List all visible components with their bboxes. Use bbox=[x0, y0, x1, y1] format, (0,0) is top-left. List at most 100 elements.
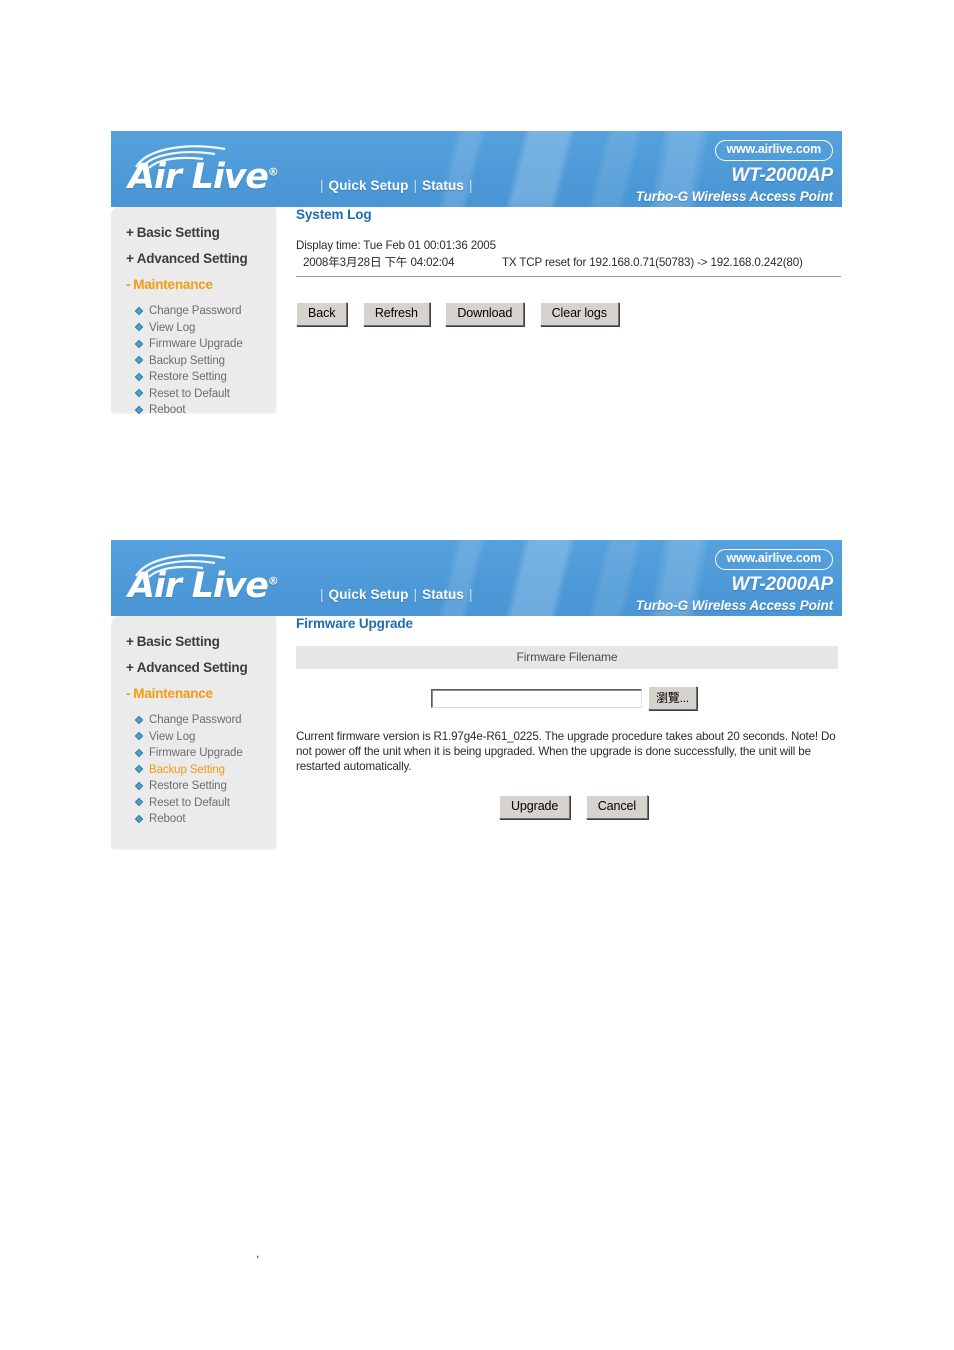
header-nav: | Quick Setup | Status | bbox=[315, 587, 478, 602]
page-title: System Log bbox=[296, 207, 372, 222]
browse-button[interactable]: 瀏覽... bbox=[648, 686, 698, 710]
logo-label: Air Live bbox=[128, 157, 269, 197]
sidebar-item-change-password[interactable]: Change Password bbox=[111, 712, 275, 729]
airlive-logo[interactable]: Air Live® bbox=[128, 552, 318, 610]
sidebar-item-maintenance[interactable]: - Maintenance bbox=[111, 686, 275, 701]
diamond-bullet-icon bbox=[134, 748, 144, 757]
sidebar-item-advanced-setting[interactable]: + Advanced Setting bbox=[111, 251, 275, 266]
nav-quick-setup[interactable]: Quick Setup bbox=[329, 587, 409, 602]
log-message: TX TCP reset for 192.168.0.71(50783) -> … bbox=[502, 256, 803, 269]
diamond-bullet-icon bbox=[134, 306, 144, 315]
collapse-minus-icon: - bbox=[126, 686, 131, 701]
sidebar-label: Backup Setting bbox=[149, 354, 225, 367]
system-log-panel: Air Live® | Quick Setup | Status | www.airli… bbox=[111, 131, 842, 416]
sidebar-label: Reset to Default bbox=[149, 796, 230, 809]
sidebar-navigation: + Basic Setting + Advanced Setting - Mainte… bbox=[111, 207, 275, 416]
sidebar-label: Restore Setting bbox=[149, 371, 227, 383]
sidebar-item-firmware-upgrade[interactable]: Firmware Upgrade bbox=[111, 745, 275, 762]
nav-separator: | bbox=[413, 178, 418, 193]
sidebar-navigation: + Basic Setting + Advanced Setting - Mainte… bbox=[111, 616, 275, 848]
sidebar-label: Restore Setting bbox=[149, 780, 227, 792]
diamond-bullet-icon bbox=[134, 814, 144, 823]
sidebar-label: Basic Setting bbox=[136, 225, 220, 240]
diamond-bullet-icon bbox=[134, 781, 144, 790]
sidebar-item-maintenance[interactable]: - Maintenance bbox=[111, 277, 275, 292]
diamond-bullet-icon bbox=[134, 715, 144, 724]
firmware-note-line-1: Current firmware version is R1.97g4e-R61… bbox=[296, 730, 788, 743]
firmware-button-row: Upgrade Cancel bbox=[296, 795, 842, 819]
diamond-bullet-icon bbox=[134, 405, 144, 414]
logo-wordmark: Air Live® bbox=[128, 569, 279, 604]
model-name: WT-2000AP bbox=[731, 573, 833, 595]
logo-registered-mark: ® bbox=[267, 165, 279, 179]
sidebar-item-reset-to-default[interactable]: Reset to Default bbox=[111, 386, 275, 403]
sidebar-item-change-password[interactable]: Change Password bbox=[111, 303, 275, 320]
nav-separator: | bbox=[468, 587, 473, 602]
diamond-bullet-icon bbox=[134, 388, 144, 398]
expand-plus-icon: + bbox=[126, 634, 134, 649]
website-badge[interactable]: www.airlive.com bbox=[714, 140, 833, 161]
logo-label: Air Live bbox=[128, 566, 269, 606]
sidebar-label: Advanced Setting bbox=[136, 251, 248, 266]
website-badge[interactable]: www.airlive.com bbox=[714, 549, 833, 570]
sidebar-label: Reboot bbox=[149, 813, 186, 825]
sidebar-item-basic-setting[interactable]: + Basic Setting bbox=[111, 225, 275, 240]
back-button[interactable]: Back bbox=[296, 302, 348, 326]
download-button[interactable]: Download bbox=[445, 302, 525, 326]
header-nav: | Quick Setup | Status | bbox=[315, 178, 478, 193]
cancel-button[interactable]: Cancel bbox=[585, 795, 649, 819]
stray-page-mark: , bbox=[256, 1246, 260, 1260]
sidebar-label: Maintenance bbox=[133, 686, 213, 701]
sidebar-item-restore-setting[interactable]: Restore Setting bbox=[111, 369, 275, 386]
model-name: WT-2000AP bbox=[731, 164, 833, 186]
log-entry-row: 2008年3月28日 下午 04:02:04 TX TCP reset for 1… bbox=[296, 254, 842, 271]
airlive-logo[interactable]: Air Live® bbox=[128, 143, 318, 201]
diamond-bullet-icon bbox=[134, 372, 144, 381]
sidebar-label: Basic Setting bbox=[136, 634, 220, 649]
log-divider bbox=[296, 276, 841, 277]
firmware-upgrade-content: Firmware Upgrade Firmware Filename 瀏覽...… bbox=[296, 616, 842, 819]
nav-separator: | bbox=[320, 587, 324, 602]
refresh-button[interactable]: Refresh bbox=[362, 302, 430, 326]
expand-plus-icon: + bbox=[126, 225, 134, 240]
sidebar-label: Change Password bbox=[149, 714, 242, 726]
diamond-bullet-icon bbox=[134, 355, 144, 365]
header-brand-block: www.airlive.com WT-2000AP Turbo-G Wirele… bbox=[636, 549, 833, 613]
sidebar-item-restore-setting[interactable]: Restore Setting bbox=[111, 778, 275, 795]
clear-logs-button[interactable]: Clear logs bbox=[539, 302, 619, 326]
sidebar-item-backup-setting[interactable]: Backup Setting bbox=[111, 353, 275, 370]
nav-separator: | bbox=[468, 178, 473, 193]
firmware-file-row: 瀏覽... bbox=[296, 686, 842, 710]
sidebar-label: Change Password bbox=[149, 305, 242, 317]
sidebar-item-basic-setting[interactable]: + Basic Setting bbox=[111, 634, 275, 649]
diamond-bullet-icon bbox=[134, 322, 144, 332]
sidebar-item-reboot[interactable]: Reboot bbox=[111, 811, 275, 828]
sidebar-item-firmware-upgrade[interactable]: Firmware Upgrade bbox=[111, 336, 275, 353]
sidebar-item-view-log[interactable]: View Log bbox=[111, 320, 275, 337]
firmware-filename-input[interactable] bbox=[431, 688, 642, 708]
nav-status[interactable]: Status bbox=[422, 587, 464, 602]
product-tagline: Turbo-G Wireless Access Point bbox=[635, 188, 833, 204]
maintenance-submenu: Change Password View Log Firmware Upgrad… bbox=[111, 303, 275, 419]
sidebar-item-backup-setting[interactable]: Backup Setting bbox=[111, 762, 275, 779]
nav-separator: | bbox=[320, 178, 324, 193]
nav-separator: | bbox=[413, 587, 418, 602]
sidebar-label: Advanced Setting bbox=[136, 660, 248, 675]
upgrade-button[interactable]: Upgrade bbox=[499, 795, 571, 819]
sidebar-item-reset-to-default[interactable]: Reset to Default bbox=[111, 795, 275, 812]
expand-plus-icon: + bbox=[126, 251, 134, 266]
system-log-content: System Log Display time: Tue Feb 01 00:0… bbox=[296, 207, 842, 326]
nav-quick-setup[interactable]: Quick Setup bbox=[329, 178, 409, 193]
log-button-row: Back Refresh Download Clear logs bbox=[296, 302, 842, 326]
sidebar-item-view-log[interactable]: View Log bbox=[111, 729, 275, 746]
panel-body: + Basic Setting + Advanced Setting - Mainte… bbox=[111, 207, 842, 416]
maintenance-submenu: Change Password View Log Firmware Upgrad… bbox=[111, 712, 275, 828]
diamond-bullet-icon bbox=[134, 731, 144, 741]
sidebar-item-advanced-setting[interactable]: + Advanced Setting bbox=[111, 660, 275, 675]
firmware-filename-header: Firmware Filename bbox=[296, 646, 838, 669]
nav-status[interactable]: Status bbox=[422, 178, 464, 193]
product-tagline: Turbo-G Wireless Access Point bbox=[635, 597, 833, 613]
sidebar-label: Reset to Default bbox=[149, 387, 230, 400]
sidebar-item-reboot[interactable]: Reboot bbox=[111, 402, 275, 419]
header-brand-block: www.airlive.com WT-2000AP Turbo-G Wirele… bbox=[636, 140, 833, 204]
